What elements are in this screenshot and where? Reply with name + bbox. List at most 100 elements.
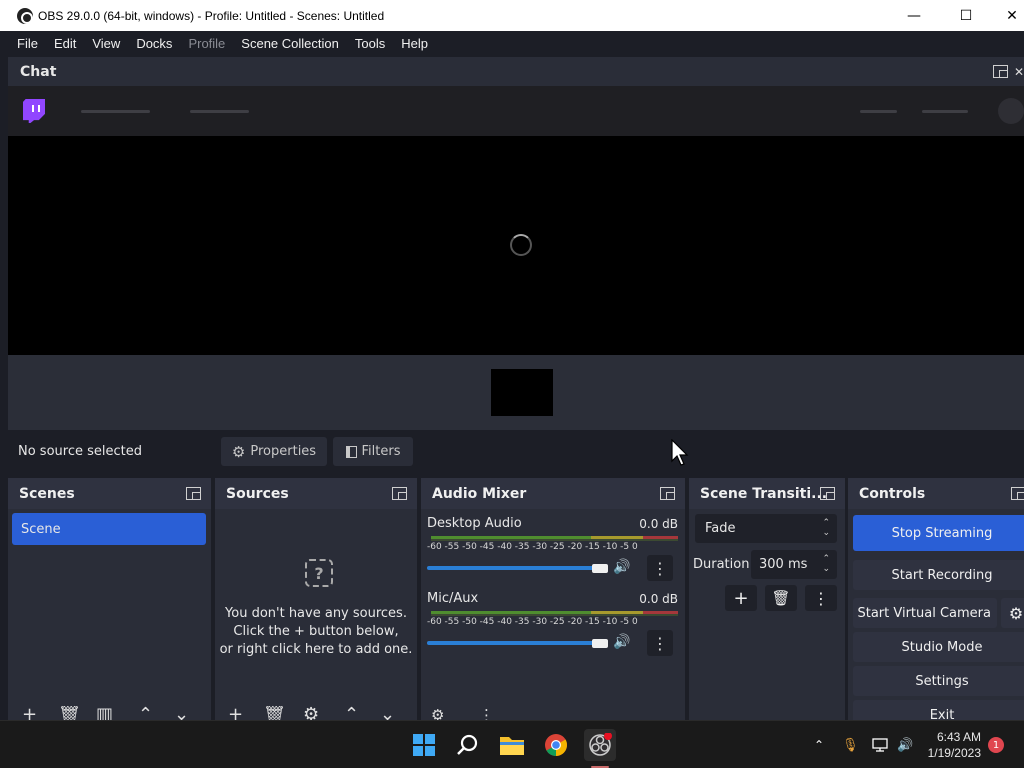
start-recording-button[interactable]: Start Recording xyxy=(853,560,1024,590)
twitch-chat-header xyxy=(8,86,1024,136)
filter-icon xyxy=(345,445,357,458)
search-icon[interactable] xyxy=(452,729,484,761)
file-explorer-icon[interactable] xyxy=(496,729,528,761)
scenes-toolbar: + 🗑 ▥ ⌃ ⌄ xyxy=(8,706,211,720)
properties-label: Properties xyxy=(250,444,317,459)
scenes-dock-header: Scenes xyxy=(8,478,211,509)
studio-mode-button[interactable]: Studio Mode xyxy=(853,632,1024,662)
scenes-dock: Scenes Scene + 🗑 ▥ ⌃ ⌄ xyxy=(8,478,211,720)
stop-streaming-button[interactable]: Stop Streaming xyxy=(853,515,1024,551)
maximize-button[interactable]: ☐ xyxy=(944,0,988,31)
menu-help[interactable]: Help xyxy=(393,36,436,51)
loading-spinner-icon xyxy=(510,234,532,256)
loading-placeholder xyxy=(81,110,150,113)
menu-scene-collection[interactable]: Scene Collection xyxy=(233,36,347,51)
channel-menu-button[interactable]: ⋮ xyxy=(647,555,673,581)
channel-db: 0.0 dB xyxy=(639,592,678,606)
windows-start-icon[interactable] xyxy=(408,729,440,761)
network-icon[interactable] xyxy=(872,721,888,768)
obs-taskbar-icon[interactable] xyxy=(584,729,616,761)
close-window-button[interactable]: ✕ xyxy=(990,0,1024,31)
float-dock-icon[interactable] xyxy=(1011,487,1024,500)
virtual-camera-label: Start Virtual Camera xyxy=(857,605,991,621)
menu-edit[interactable]: Edit xyxy=(46,36,84,51)
volume-slider-handle[interactable] xyxy=(592,639,608,648)
system-clock[interactable]: 6:43 AM 1/19/2023 xyxy=(928,729,981,761)
speaker-icon[interactable]: 🔊 xyxy=(613,634,630,650)
controls-header: Controls xyxy=(848,478,1024,509)
transition-select[interactable]: Fade ⌃ ⌄ xyxy=(695,514,837,543)
gear-icon: ⚙ xyxy=(231,442,246,461)
preview-area[interactable] xyxy=(8,355,1024,430)
channel-menu-button[interactable]: ⋮ xyxy=(647,630,673,656)
volume-slider-handle[interactable] xyxy=(592,564,608,573)
channel-db: 0.0 dB xyxy=(639,517,678,531)
chat-content-area[interactable] xyxy=(8,136,1024,355)
question-mark-icon: ? xyxy=(305,559,333,587)
filters-button[interactable]: Filters xyxy=(333,437,413,466)
menu-file[interactable]: File xyxy=(9,36,46,51)
float-dock-icon[interactable] xyxy=(660,487,675,500)
chevron-updown-icon: ⌃ ⌄ xyxy=(822,518,830,538)
sources-dock[interactable]: Sources ? You don't have any sources. Cl… xyxy=(215,478,417,720)
properties-button[interactable]: ⚙ Properties xyxy=(221,437,327,466)
channel-name: Desktop Audio xyxy=(427,516,522,531)
float-dock-icon[interactable] xyxy=(820,487,835,500)
chat-dock-header: Chat ✕ xyxy=(8,57,1024,86)
minimize-button[interactable]: — xyxy=(892,0,936,31)
volume-slider[interactable] xyxy=(427,641,601,645)
scene-list-item[interactable]: Scene xyxy=(12,513,206,545)
channel-name: Mic/Aux xyxy=(427,591,479,606)
gear-icon: ⚙ xyxy=(1008,603,1024,623)
notification-badge[interactable]: 1 xyxy=(988,737,1004,753)
close-dock-icon[interactable]: ✕ xyxy=(1014,65,1024,79)
chrome-icon[interactable] xyxy=(540,729,572,761)
speaker-icon[interactable]: 🔊 xyxy=(613,559,630,575)
scene-filters-icon[interactable]: ▥ xyxy=(96,706,113,720)
sources-dock-title: Sources xyxy=(226,485,289,502)
title-bar: OBS 29.0.0 (64-bit, windows) - Profile: … xyxy=(0,0,1024,31)
remove-scene-icon[interactable]: 🗑 xyxy=(58,706,81,720)
chat-dock-controls: ✕ xyxy=(992,57,1024,86)
move-scene-down-icon[interactable]: ⌄ xyxy=(174,706,189,720)
exit-button[interactable]: Exit xyxy=(853,700,1024,720)
virtual-camera-settings-button[interactable]: ⚙ xyxy=(1001,598,1024,628)
volume-icon[interactable]: 🔊 xyxy=(897,721,913,768)
clock-date: 1/19/2023 xyxy=(927,746,981,760)
move-scene-up-icon[interactable]: ⌃ xyxy=(138,706,153,720)
sources-dock-header: Sources xyxy=(215,478,417,509)
add-scene-icon[interactable]: + xyxy=(22,706,37,720)
move-source-down-icon[interactable]: ⌄ xyxy=(380,706,395,720)
add-source-icon[interactable]: + xyxy=(228,706,243,720)
duration-value: 300 ms xyxy=(759,557,808,572)
move-source-up-icon[interactable]: ⌃ xyxy=(344,706,359,720)
remove-source-icon[interactable]: 🗑 xyxy=(263,706,286,720)
start-virtual-camera-button[interactable]: Start Virtual Camera xyxy=(853,598,997,628)
menu-bar: File Edit View Docks Profile Scene Colle… xyxy=(0,31,1024,56)
duration-spinbox[interactable]: 300 ms ⌃ ⌄ xyxy=(751,550,837,579)
float-dock-icon[interactable] xyxy=(186,487,201,500)
volume-slider[interactable] xyxy=(427,566,601,570)
loading-placeholder xyxy=(922,110,968,113)
show-hidden-icons-icon[interactable]: ⌃ xyxy=(814,721,824,768)
float-dock-icon[interactable] xyxy=(392,487,407,500)
menu-tools[interactable]: Tools xyxy=(347,36,393,51)
remove-transition-icon[interactable]: 🗑 xyxy=(765,585,797,611)
menu-profile[interactable]: Profile xyxy=(180,36,233,51)
add-transition-icon[interactable]: + xyxy=(725,585,757,611)
preview-canvas[interactable] xyxy=(491,369,553,416)
mixer-menu-icon[interactable]: ⋮ xyxy=(479,706,494,720)
menu-docks[interactable]: Docks xyxy=(128,36,180,51)
settings-button[interactable]: Settings xyxy=(853,666,1024,696)
source-properties-icon[interactable]: ⚙ xyxy=(303,706,319,720)
menu-view[interactable]: View xyxy=(84,36,128,51)
controls-dock: Controls Stop Streaming Start Recording … xyxy=(848,478,1024,720)
sources-toolbar: + 🗑 ⚙ ⌃ ⌄ xyxy=(215,706,417,720)
advanced-audio-settings-icon[interactable]: ⚙ xyxy=(431,706,444,720)
microphone-in-use-icon[interactable]: 🎙 xyxy=(842,721,859,768)
float-dock-icon[interactable] xyxy=(992,65,1008,78)
transition-menu-icon[interactable]: ⋮ xyxy=(805,585,837,611)
mixer-toolbar: ⚙ ⋮ xyxy=(421,706,685,720)
twitch-logo-icon xyxy=(23,99,45,123)
source-toolbar: No source selected ⚙ Properties Filters xyxy=(8,430,1024,475)
